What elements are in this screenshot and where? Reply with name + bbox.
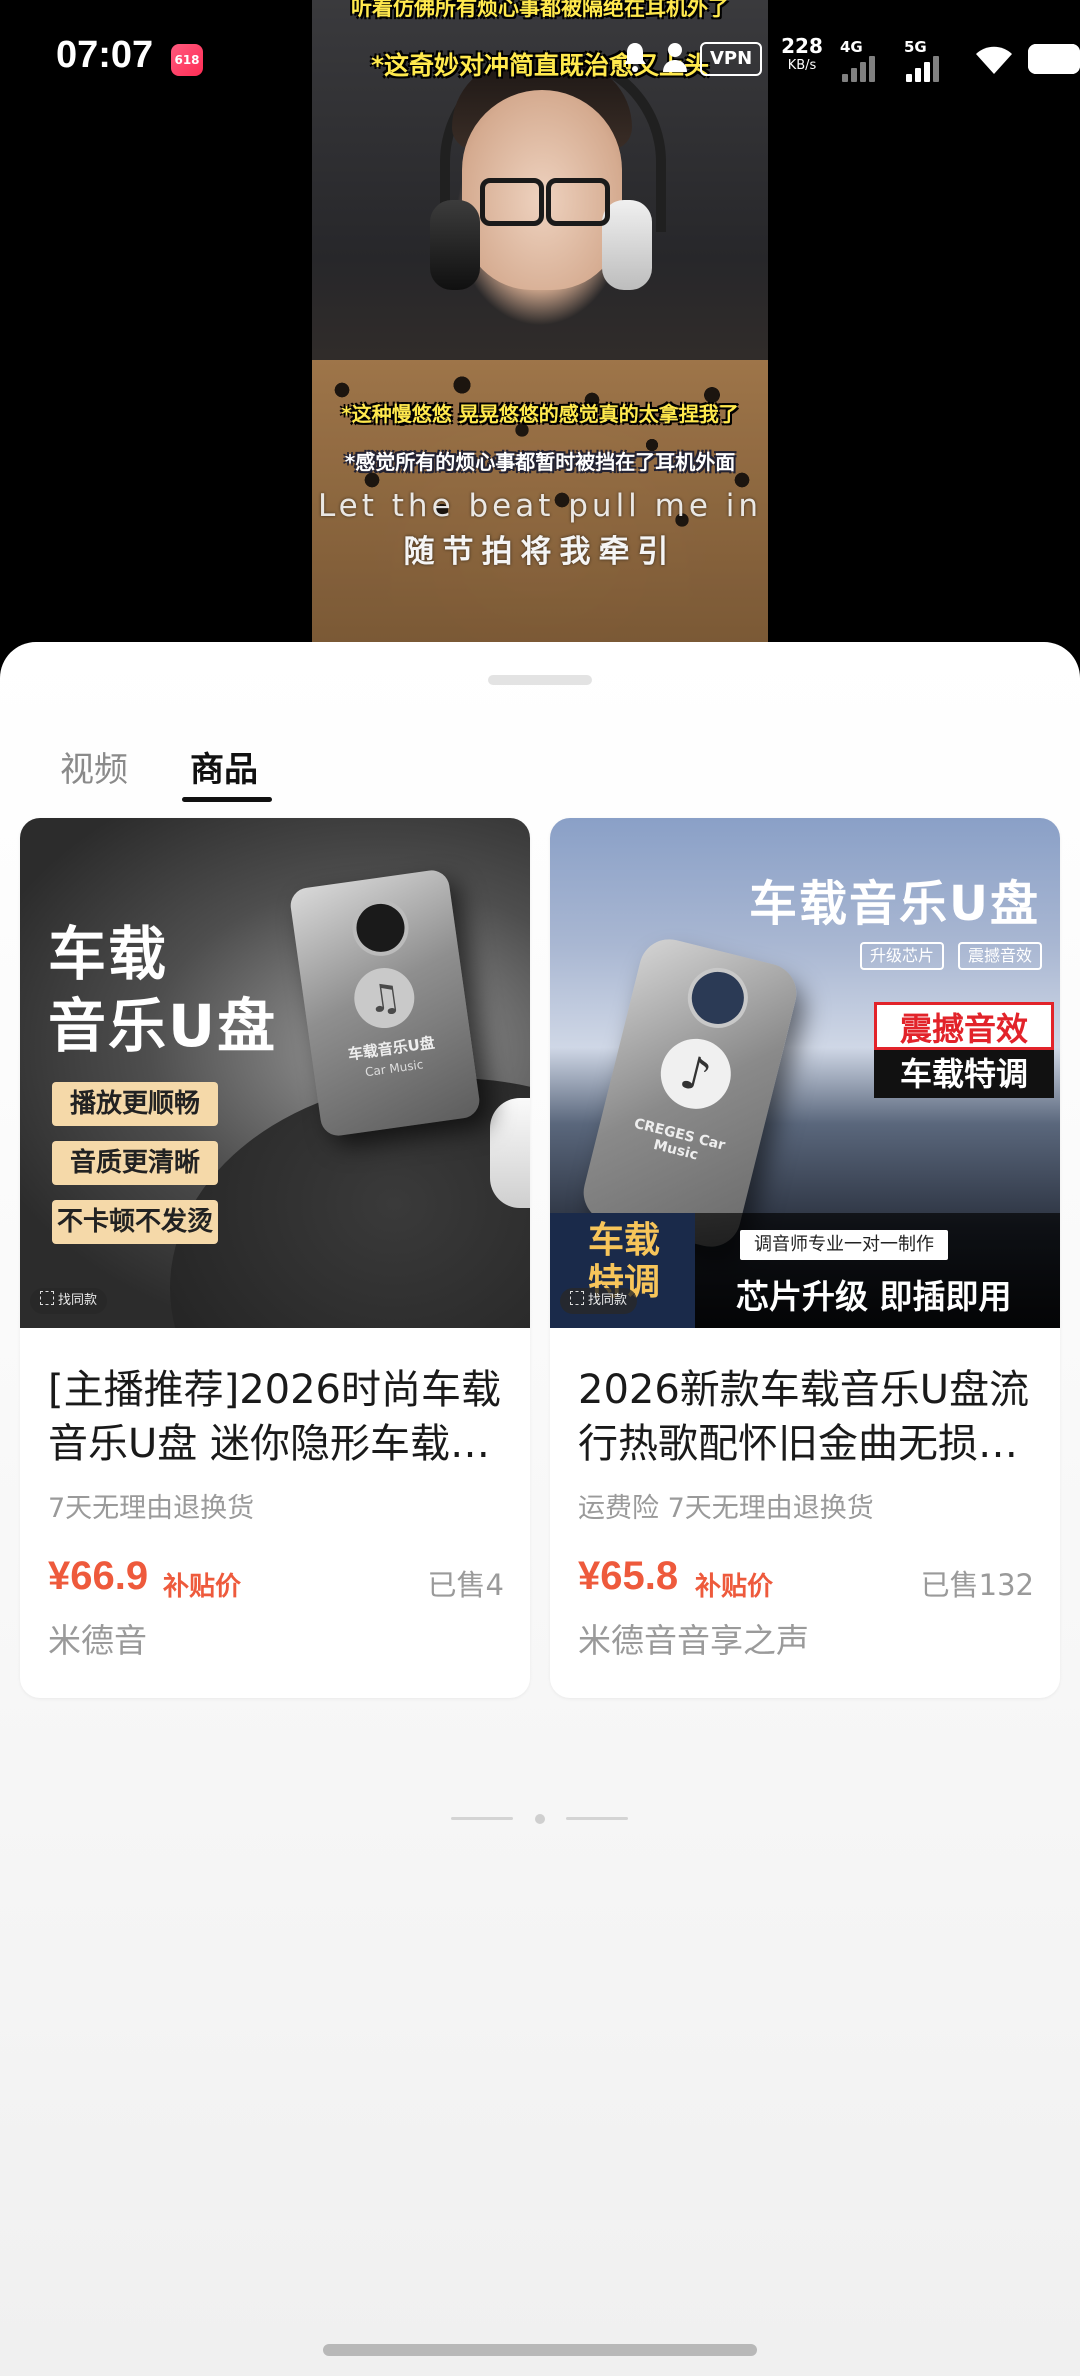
shop-name[interactable]: 米德音 [48, 1614, 147, 1662]
product-card[interactable]: 车载音乐U盘 升级芯片 震撼音效 震撼音效 车载特调 ♪ CREGES Car … [550, 818, 1060, 1698]
image-feature-box: 震撼音效 [874, 1002, 1054, 1050]
active-tab-indicator [182, 797, 272, 802]
sold-count: 已售132 [920, 1568, 1034, 1602]
product-image[interactable]: 车载音乐U盘 升级芯片 震撼音效 震撼音效 车载特调 ♪ CREGES Car … [550, 818, 1060, 1328]
video-subtitle: *这种慢悠悠 晃晃悠悠的感觉真的太拿捏我了 [341, 402, 739, 426]
tab-video[interactable]: 视频 [60, 742, 128, 798]
video-lyric-english: Let the beat pull me in [317, 488, 763, 524]
signal-label: 5G [904, 38, 927, 56]
usb-engraving: CREGES Car Music [632, 1115, 727, 1164]
page-indicator [0, 1809, 1080, 1829]
page-indicator-line [566, 1817, 628, 1820]
status-bar: 07:07 618 VPN 228 KB/s 4G 5G [0, 0, 1080, 120]
network-speed: 228 KB/s [780, 36, 824, 76]
signal-label: 4G [840, 38, 863, 56]
product-card[interactable]: ♫ 车载音乐U盘 Car Music 车载 音乐U盘 播放更顺畅 音质更清晰 不… [20, 818, 530, 1698]
wifi-icon [972, 40, 1016, 76]
image-headline-line: 音乐U盘 [48, 992, 278, 1060]
battery-icon [1028, 44, 1080, 74]
image-banner-main: 芯片升级 即插即用 [736, 1277, 1012, 1316]
page-indicator-line [451, 1817, 513, 1820]
product-price: ¥65.8 [578, 1554, 679, 1598]
tab-products[interactable]: 商品 [190, 742, 258, 798]
image-tag: 震撼音效 [958, 942, 1043, 970]
bell-mute-icon [620, 40, 650, 74]
video-subtitle: *感觉所有的烦心事都暂时被挡在了耳机外面 [344, 450, 736, 474]
image-feature-box: 车载特调 [874, 1050, 1054, 1098]
image-tag: 升级芯片 [860, 942, 945, 970]
image-decor [490, 1098, 530, 1208]
price-tag: 补贴价 [695, 1572, 774, 1602]
product-title[interactable]: 2026新款车载音乐U盘流行热歌配怀旧金曲无损音质 [578, 1363, 1038, 1471]
page-indicator-dot [535, 1814, 545, 1824]
usb-keyring-hole [681, 961, 755, 1035]
image-headline-line: 车载 [48, 920, 169, 988]
glasses [480, 178, 610, 226]
product-price: ¥66.9 [48, 1554, 149, 1598]
find-similar-button[interactable]: 找同款 [560, 1288, 638, 1314]
scan-icon [40, 1291, 54, 1305]
product-guarantee: 运费险 7天无理由退换货 [578, 1493, 874, 1524]
network-speed-unit: KB/s [787, 58, 817, 73]
status-icons: VPN 228 KB/s 4G 5G [620, 30, 1080, 90]
person-icon [660, 40, 690, 74]
music-note-icon: ♪ [653, 1031, 739, 1117]
find-similar-label: 找同款 [588, 1293, 628, 1308]
video-lyric-chinese: 随节拍将我牵引 [403, 534, 677, 570]
find-similar-button[interactable]: 找同款 [30, 1288, 108, 1314]
network-speed-value: 228 [781, 34, 823, 58]
vpn-badge: VPN [700, 42, 763, 76]
scan-icon [570, 1291, 584, 1305]
image-feature-badge: 播放更顺畅 [52, 1082, 218, 1126]
shop-name[interactable]: 米德音音享之声 [578, 1614, 809, 1662]
product-guarantee: 7天无理由退换货 [48, 1493, 255, 1524]
usb-keyring-hole [348, 896, 413, 960]
sold-count: 已售4 [427, 1568, 504, 1602]
headphone-left [430, 200, 480, 290]
image-banner-note: 调音师专业一对一制作 [740, 1230, 948, 1260]
usb-drive-illustration: ♪ CREGES Car Music [577, 932, 803, 1254]
price-row: ¥65.8 补贴价 已售132 [578, 1554, 1034, 1606]
app-notification-icon: 618 [171, 44, 203, 76]
image-feature-badge: 不卡顿不发烫 [52, 1200, 218, 1244]
product-image[interactable]: ♫ 车载音乐U盘 Car Music 车载 音乐U盘 播放更顺畅 音质更清晰 不… [20, 818, 530, 1328]
product-title[interactable]: [主播推荐]2026时尚车载音乐U盘 迷你隐形车载U盘无损音质 [48, 1363, 508, 1471]
usb-drive-illustration: ♫ 车载音乐U盘 Car Music [288, 868, 482, 1138]
image-headline: 车载音乐U盘 [749, 876, 1040, 932]
signal-4g-icon: 4G [840, 38, 896, 82]
home-indicator[interactable] [323, 2344, 757, 2356]
image-headline: 车载 音乐U盘 [48, 918, 277, 1062]
find-similar-label: 找同款 [58, 1293, 98, 1308]
signal-5g-icon: 5G [904, 38, 960, 82]
product-sheet: 视频 商品 ♫ 车载音乐U盘 Car Music 车载 音乐U盘 播放更顺畅 音… [0, 642, 1080, 2376]
price-tag: 补贴价 [163, 1572, 242, 1602]
tab-bar: 视频 商品 [0, 742, 1080, 822]
image-feature-badge: 音质更清晰 [52, 1141, 218, 1185]
status-time: 07:07 [56, 34, 154, 76]
drag-handle[interactable] [488, 675, 592, 685]
price-row: ¥66.9 补贴价 已售4 [48, 1554, 504, 1606]
music-note-icon: ♫ [350, 964, 419, 1032]
image-corner-line: 车载 [588, 1220, 661, 1261]
